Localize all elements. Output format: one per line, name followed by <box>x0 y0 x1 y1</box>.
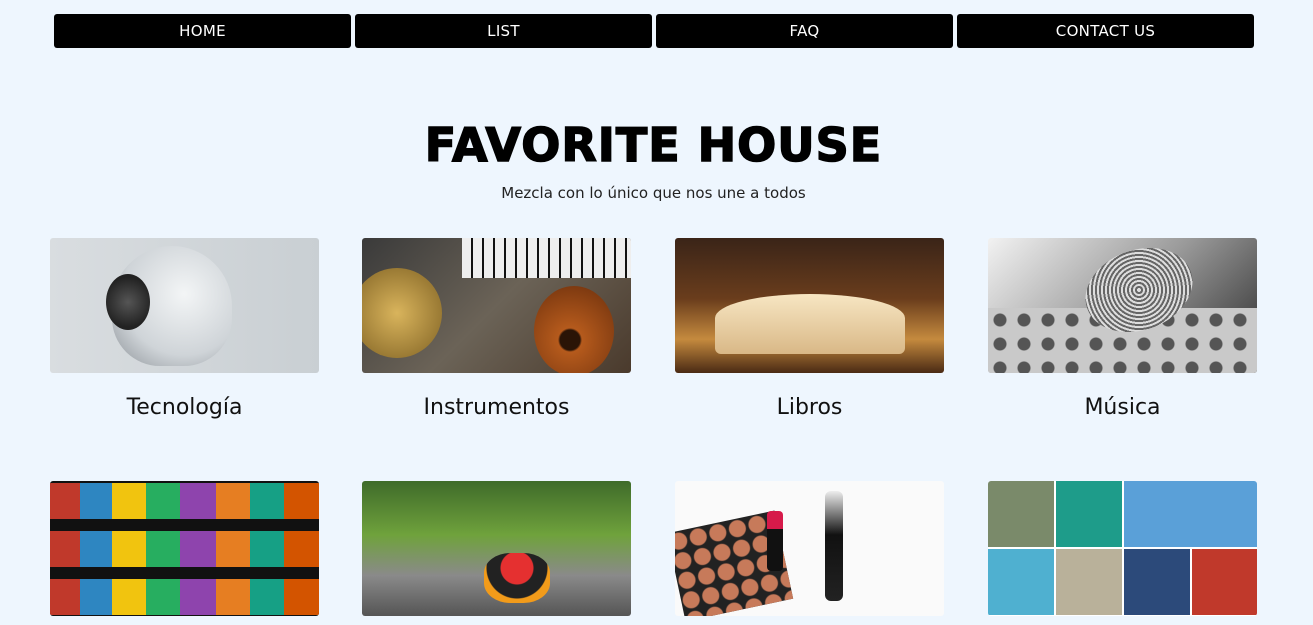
category-card-libros[interactable]: Libros <box>675 238 944 420</box>
lipstick-shape <box>767 511 783 571</box>
tecnologia-image[interactable] <box>50 238 319 373</box>
cymbal-shape <box>362 268 442 358</box>
sports-photo-tile <box>1192 549 1257 615</box>
main-nav: HOME LIST FAQ CONTACT US <box>54 14 1254 48</box>
brush-shape <box>825 491 843 601</box>
sports-photo-tile <box>988 481 1054 547</box>
nav-list[interactable]: LIST <box>355 14 652 48</box>
piano-keys-shape <box>462 238 631 278</box>
videojuegos-image[interactable] <box>362 481 631 616</box>
movie-posters-row <box>50 531 319 567</box>
category-card-peliculas[interactable] <box>50 481 319 616</box>
maquillaje-image[interactable] <box>675 481 944 616</box>
page-title: FAVORITE HOUSE <box>424 117 883 173</box>
category-label[interactable]: Tecnología <box>50 395 319 420</box>
category-card-videojuegos[interactable] <box>362 481 631 616</box>
nav-contact-us[interactable]: CONTACT US <box>957 14 1254 48</box>
sports-photo-tile <box>1124 481 1257 547</box>
instrumentos-image[interactable] <box>362 238 631 373</box>
movie-posters-row <box>50 579 319 615</box>
category-label[interactable]: Libros <box>675 395 944 420</box>
musica-image[interactable] <box>988 238 1257 373</box>
libros-image[interactable] <box>675 238 944 373</box>
deportes-image[interactable] <box>988 481 1257 616</box>
open-book-shape <box>715 294 905 354</box>
category-label[interactable]: Música <box>988 395 1257 420</box>
sports-photo-tile <box>1056 481 1122 547</box>
sports-photo-tile <box>1124 549 1190 615</box>
sports-photo-tile <box>988 549 1054 615</box>
robot-ear-shape <box>106 274 150 330</box>
guitar-shape <box>534 286 614 373</box>
category-card-instrumentos[interactable]: Instrumentos <box>362 238 631 420</box>
movie-posters-row <box>50 483 319 519</box>
category-card-maquillaje[interactable] <box>675 481 944 616</box>
nav-home[interactable]: HOME <box>54 14 351 48</box>
category-card-tecnologia[interactable]: Tecnología <box>50 238 319 420</box>
sports-photo-tile <box>1056 549 1122 615</box>
category-card-musica[interactable]: Música <box>988 238 1257 420</box>
nav-faq[interactable]: FAQ <box>656 14 953 48</box>
peliculas-image[interactable] <box>50 481 319 616</box>
page-subtitle: Mezcla con lo único que nos une a todos <box>501 184 806 202</box>
category-card-deportes[interactable] <box>988 481 1257 616</box>
category-label[interactable]: Instrumentos <box>362 395 631 420</box>
kart-shape <box>484 553 550 603</box>
